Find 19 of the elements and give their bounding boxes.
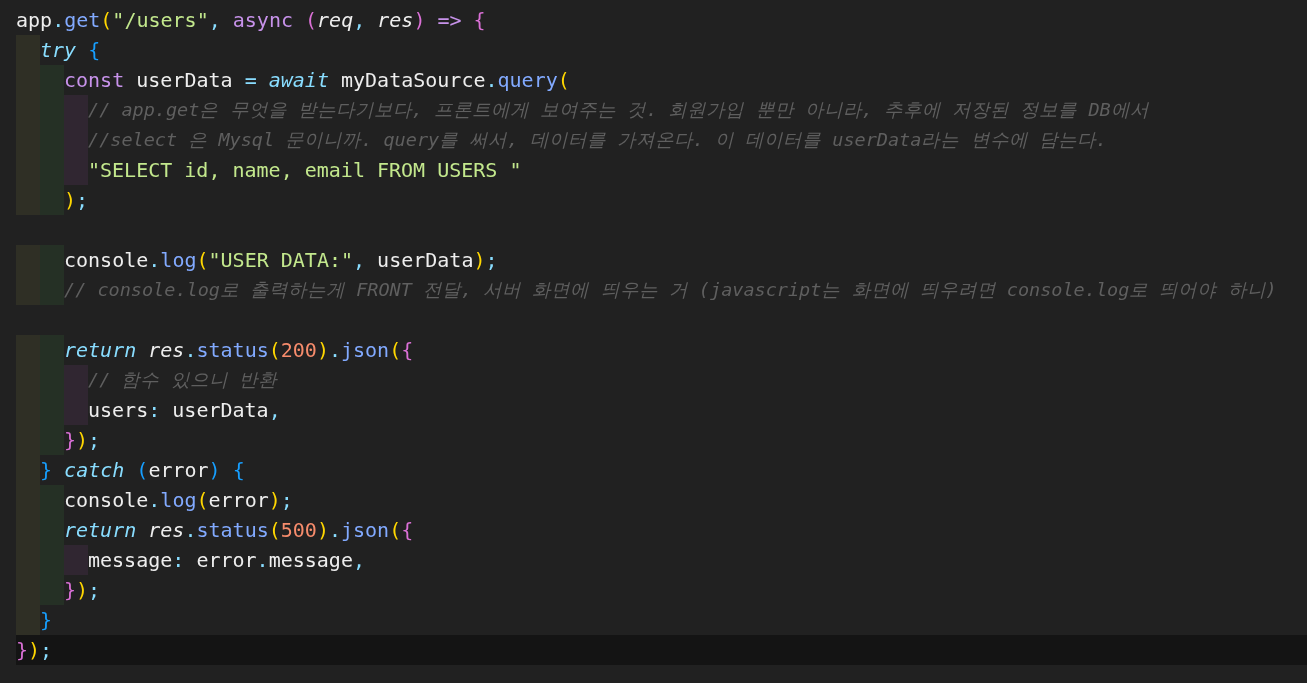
- code-line: // app.get은 무엇을 받는다기보다, 프론트에게 보여주는 것. 회원가입 뿐만 아니라, 추후에 저장된 정보를 DB에서: [88, 98, 1150, 122]
- code-line: return res.status(200).json({: [64, 337, 415, 364]
- code-line: }: [40, 607, 54, 634]
- code-line: } catch (error) {: [40, 457, 246, 484]
- code-line: try {: [40, 37, 102, 64]
- code-line: "SELECT id, name, email FROM USERS ": [88, 157, 523, 184]
- code-line: });: [64, 577, 102, 604]
- code-line: console.log(error);: [64, 487, 294, 514]
- code-line: users: userData,: [88, 397, 282, 424]
- code-line: // console.log로 출력하는게 FRONT 전달, 서버 화면에 띄우는 거 (javascript는 화면에 띄우려면 console.log로 띄어야 하니): [64, 278, 1278, 302]
- code-line: });: [64, 427, 102, 454]
- code-line: //select 은 Mysql 문이니까. query를 써서, 데이터를 가져온다. 이 데이터를 userData라는 변수에 담는다.: [88, 128, 1108, 152]
- code-line: console.log("USER DATA:", userData);: [64, 247, 499, 274]
- code-line: const userData = await myDataSource.query(: [64, 67, 571, 94]
- code-line: // 함수 있으니 반환: [88, 368, 279, 392]
- code-line: );: [64, 187, 90, 214]
- code-line: message: error.message,: [88, 547, 366, 574]
- code-line: return res.status(500).json({: [64, 517, 415, 544]
- code-line: app.get("/users", async (req, res) => {: [16, 7, 487, 34]
